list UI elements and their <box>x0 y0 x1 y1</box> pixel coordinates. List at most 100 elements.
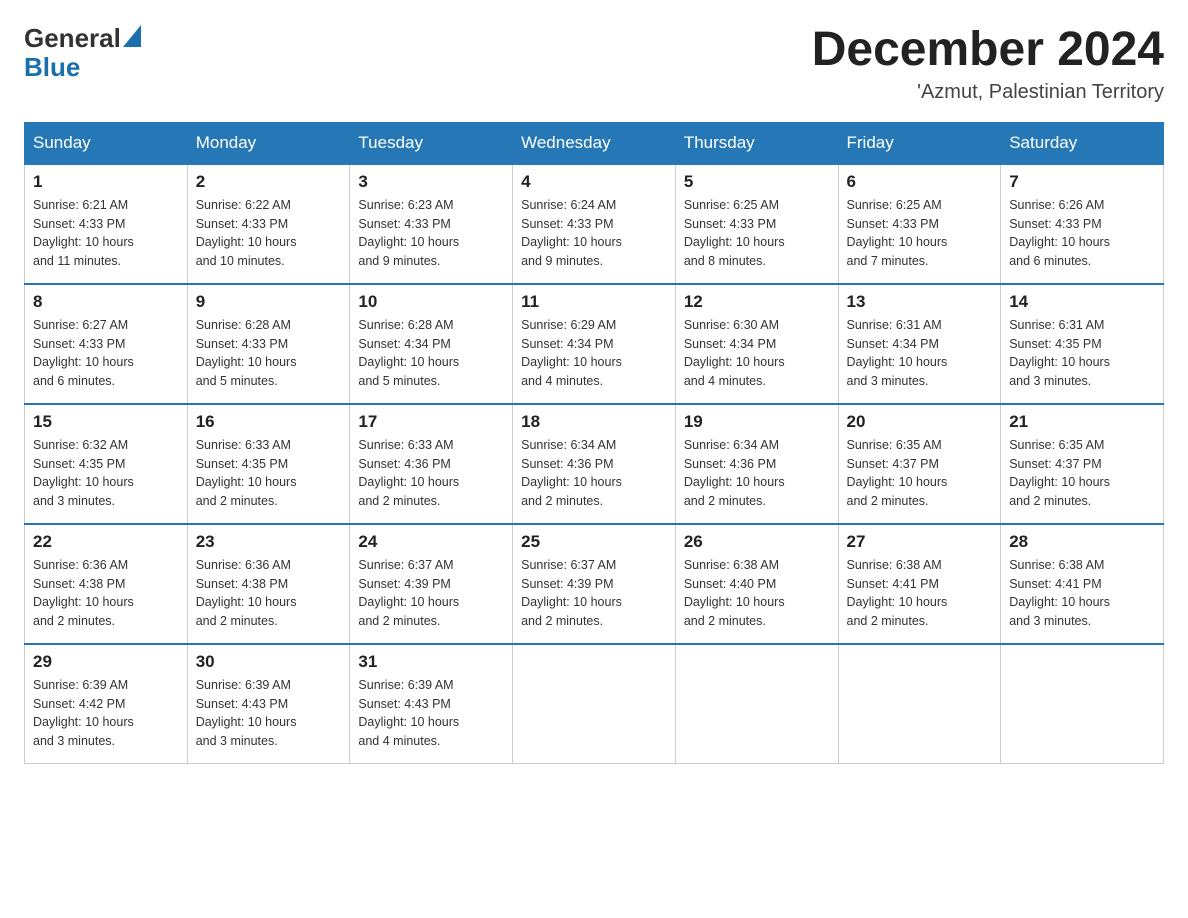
day-number: 4 <box>521 172 667 192</box>
day-info: Sunrise: 6:36 AM Sunset: 4:38 PM Dayligh… <box>33 556 179 631</box>
calendar-cell: 28 Sunrise: 6:38 AM Sunset: 4:41 PM Dayl… <box>1001 524 1164 644</box>
calendar-body: 1 Sunrise: 6:21 AM Sunset: 4:33 PM Dayli… <box>25 164 1164 764</box>
calendar-cell: 29 Sunrise: 6:39 AM Sunset: 4:42 PM Dayl… <box>25 644 188 764</box>
col-thursday: Thursday <box>675 122 838 164</box>
logo-blue-text: Blue <box>24 53 141 82</box>
week-row-5: 29 Sunrise: 6:39 AM Sunset: 4:42 PM Dayl… <box>25 644 1164 764</box>
day-number: 6 <box>847 172 993 192</box>
week-row-3: 15 Sunrise: 6:32 AM Sunset: 4:35 PM Dayl… <box>25 404 1164 524</box>
col-friday: Friday <box>838 122 1001 164</box>
day-number: 1 <box>33 172 179 192</box>
day-number: 26 <box>684 532 830 552</box>
day-number: 27 <box>847 532 993 552</box>
day-info: Sunrise: 6:39 AM Sunset: 4:43 PM Dayligh… <box>358 676 504 751</box>
day-info: Sunrise: 6:27 AM Sunset: 4:33 PM Dayligh… <box>33 316 179 391</box>
calendar-cell: 24 Sunrise: 6:37 AM Sunset: 4:39 PM Dayl… <box>350 524 513 644</box>
day-info: Sunrise: 6:25 AM Sunset: 4:33 PM Dayligh… <box>684 196 830 271</box>
day-info: Sunrise: 6:36 AM Sunset: 4:38 PM Dayligh… <box>196 556 342 631</box>
day-info: Sunrise: 6:31 AM Sunset: 4:35 PM Dayligh… <box>1009 316 1155 391</box>
day-number: 9 <box>196 292 342 312</box>
calendar-cell: 27 Sunrise: 6:38 AM Sunset: 4:41 PM Dayl… <box>838 524 1001 644</box>
calendar-cell: 11 Sunrise: 6:29 AM Sunset: 4:34 PM Dayl… <box>513 284 676 404</box>
day-info: Sunrise: 6:24 AM Sunset: 4:33 PM Dayligh… <box>521 196 667 271</box>
day-number: 25 <box>521 532 667 552</box>
day-number: 30 <box>196 652 342 672</box>
calendar-cell: 7 Sunrise: 6:26 AM Sunset: 4:33 PM Dayli… <box>1001 164 1164 284</box>
day-number: 7 <box>1009 172 1155 192</box>
day-info: Sunrise: 6:39 AM Sunset: 4:43 PM Dayligh… <box>196 676 342 751</box>
calendar-cell: 3 Sunrise: 6:23 AM Sunset: 4:33 PM Dayli… <box>350 164 513 284</box>
week-row-1: 1 Sunrise: 6:21 AM Sunset: 4:33 PM Dayli… <box>25 164 1164 284</box>
day-number: 12 <box>684 292 830 312</box>
day-info: Sunrise: 6:34 AM Sunset: 4:36 PM Dayligh… <box>521 436 667 511</box>
day-info: Sunrise: 6:39 AM Sunset: 4:42 PM Dayligh… <box>33 676 179 751</box>
day-info: Sunrise: 6:28 AM Sunset: 4:33 PM Dayligh… <box>196 316 342 391</box>
calendar-cell: 26 Sunrise: 6:38 AM Sunset: 4:40 PM Dayl… <box>675 524 838 644</box>
calendar-cell: 1 Sunrise: 6:21 AM Sunset: 4:33 PM Dayli… <box>25 164 188 284</box>
calendar-header: Sunday Monday Tuesday Wednesday Thursday… <box>25 122 1164 164</box>
day-info: Sunrise: 6:37 AM Sunset: 4:39 PM Dayligh… <box>521 556 667 631</box>
day-number: 17 <box>358 412 504 432</box>
day-number: 16 <box>196 412 342 432</box>
calendar-cell: 4 Sunrise: 6:24 AM Sunset: 4:33 PM Dayli… <box>513 164 676 284</box>
day-number: 19 <box>684 412 830 432</box>
day-number: 31 <box>358 652 504 672</box>
day-info: Sunrise: 6:38 AM Sunset: 4:41 PM Dayligh… <box>847 556 993 631</box>
day-info: Sunrise: 6:23 AM Sunset: 4:33 PM Dayligh… <box>358 196 504 271</box>
day-info: Sunrise: 6:37 AM Sunset: 4:39 PM Dayligh… <box>358 556 504 631</box>
day-info: Sunrise: 6:38 AM Sunset: 4:41 PM Dayligh… <box>1009 556 1155 631</box>
col-sunday: Sunday <box>25 122 188 164</box>
day-number: 11 <box>521 292 667 312</box>
calendar-cell: 30 Sunrise: 6:39 AM Sunset: 4:43 PM Dayl… <box>187 644 350 764</box>
day-number: 18 <box>521 412 667 432</box>
day-number: 3 <box>358 172 504 192</box>
day-number: 22 <box>33 532 179 552</box>
col-tuesday: Tuesday <box>350 122 513 164</box>
day-number: 23 <box>196 532 342 552</box>
week-row-4: 22 Sunrise: 6:36 AM Sunset: 4:38 PM Dayl… <box>25 524 1164 644</box>
day-number: 28 <box>1009 532 1155 552</box>
day-info: Sunrise: 6:31 AM Sunset: 4:34 PM Dayligh… <box>847 316 993 391</box>
day-info: Sunrise: 6:35 AM Sunset: 4:37 PM Dayligh… <box>847 436 993 511</box>
title-block: December 2024 'Azmut, Palestinian Territ… <box>812 24 1164 104</box>
day-info: Sunrise: 6:26 AM Sunset: 4:33 PM Dayligh… <box>1009 196 1155 271</box>
day-info: Sunrise: 6:33 AM Sunset: 4:36 PM Dayligh… <box>358 436 504 511</box>
calendar-cell: 21 Sunrise: 6:35 AM Sunset: 4:37 PM Dayl… <box>1001 404 1164 524</box>
month-title: December 2024 <box>812 24 1164 77</box>
day-number: 5 <box>684 172 830 192</box>
day-info: Sunrise: 6:21 AM Sunset: 4:33 PM Dayligh… <box>33 196 179 271</box>
day-info: Sunrise: 6:38 AM Sunset: 4:40 PM Dayligh… <box>684 556 830 631</box>
calendar-cell: 6 Sunrise: 6:25 AM Sunset: 4:33 PM Dayli… <box>838 164 1001 284</box>
calendar-cell: 18 Sunrise: 6:34 AM Sunset: 4:36 PM Dayl… <box>513 404 676 524</box>
calendar-cell: 9 Sunrise: 6:28 AM Sunset: 4:33 PM Dayli… <box>187 284 350 404</box>
calendar-cell <box>838 644 1001 764</box>
calendar-cell: 5 Sunrise: 6:25 AM Sunset: 4:33 PM Dayli… <box>675 164 838 284</box>
logo-general-text: General <box>24 24 121 53</box>
calendar-table: Sunday Monday Tuesday Wednesday Thursday… <box>24 122 1164 765</box>
col-saturday: Saturday <box>1001 122 1164 164</box>
day-number: 21 <box>1009 412 1155 432</box>
day-number: 15 <box>33 412 179 432</box>
logo: General Blue <box>24 24 141 81</box>
day-info: Sunrise: 6:22 AM Sunset: 4:33 PM Dayligh… <box>196 196 342 271</box>
day-info: Sunrise: 6:29 AM Sunset: 4:34 PM Dayligh… <box>521 316 667 391</box>
calendar-cell <box>1001 644 1164 764</box>
day-info: Sunrise: 6:30 AM Sunset: 4:34 PM Dayligh… <box>684 316 830 391</box>
day-number: 24 <box>358 532 504 552</box>
day-number: 8 <box>33 292 179 312</box>
calendar-cell: 8 Sunrise: 6:27 AM Sunset: 4:33 PM Dayli… <box>25 284 188 404</box>
calendar-cell: 14 Sunrise: 6:31 AM Sunset: 4:35 PM Dayl… <box>1001 284 1164 404</box>
col-wednesday: Wednesday <box>513 122 676 164</box>
day-number: 10 <box>358 292 504 312</box>
day-number: 29 <box>33 652 179 672</box>
header-row: Sunday Monday Tuesday Wednesday Thursday… <box>25 122 1164 164</box>
day-info: Sunrise: 6:32 AM Sunset: 4:35 PM Dayligh… <box>33 436 179 511</box>
calendar-cell: 17 Sunrise: 6:33 AM Sunset: 4:36 PM Dayl… <box>350 404 513 524</box>
day-info: Sunrise: 6:35 AM Sunset: 4:37 PM Dayligh… <box>1009 436 1155 511</box>
location-subtitle: 'Azmut, Palestinian Territory <box>812 81 1164 104</box>
page-header: General Blue December 2024 'Azmut, Pales… <box>24 24 1164 104</box>
day-number: 14 <box>1009 292 1155 312</box>
calendar-cell: 22 Sunrise: 6:36 AM Sunset: 4:38 PM Dayl… <box>25 524 188 644</box>
calendar-cell: 15 Sunrise: 6:32 AM Sunset: 4:35 PM Dayl… <box>25 404 188 524</box>
week-row-2: 8 Sunrise: 6:27 AM Sunset: 4:33 PM Dayli… <box>25 284 1164 404</box>
